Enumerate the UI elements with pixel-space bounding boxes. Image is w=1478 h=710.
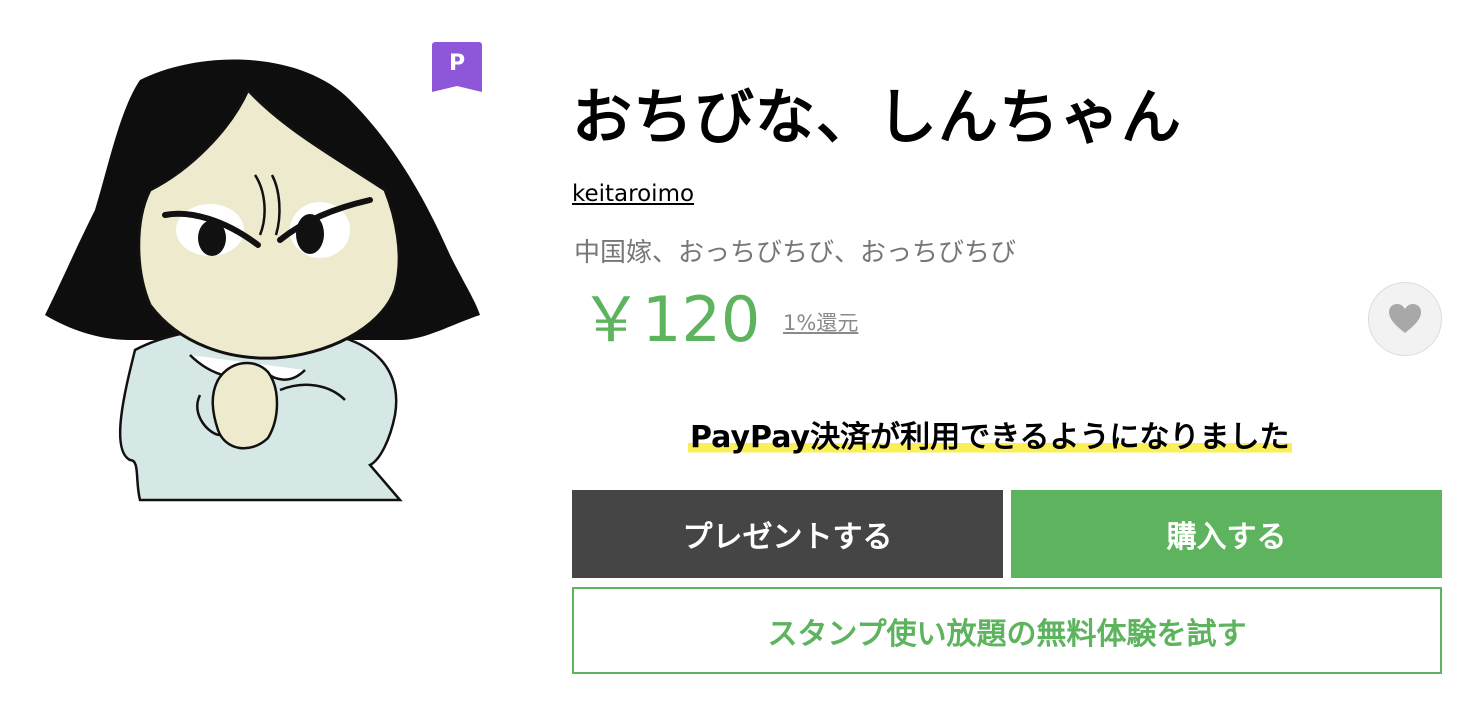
price: ￥120: [580, 283, 761, 356]
sticker-description: 中国嫁、おっちびちび、おっちびちび: [574, 238, 1017, 268]
page-title: おちびな、しんちゃん: [572, 83, 1182, 153]
buy-button[interactable]: 購入する: [1011, 490, 1442, 578]
paypay-notice-text: PayPay決済が利用できるようになりました: [688, 412, 1292, 456]
heart-icon: [1389, 304, 1421, 333]
author-link[interactable]: keitaroimo: [572, 181, 694, 207]
premium-badge-label: P: [448, 51, 466, 76]
sticker-image: [45, 59, 480, 502]
premium-badge-icon: P: [432, 42, 482, 92]
point-return-link[interactable]: 1%還元: [783, 307, 858, 337]
free-trial-button[interactable]: スタンプ使い放題の無料体験を試す: [572, 587, 1442, 674]
present-button[interactable]: プレゼントする: [572, 490, 1003, 578]
favorite-button[interactable]: [1368, 282, 1442, 356]
